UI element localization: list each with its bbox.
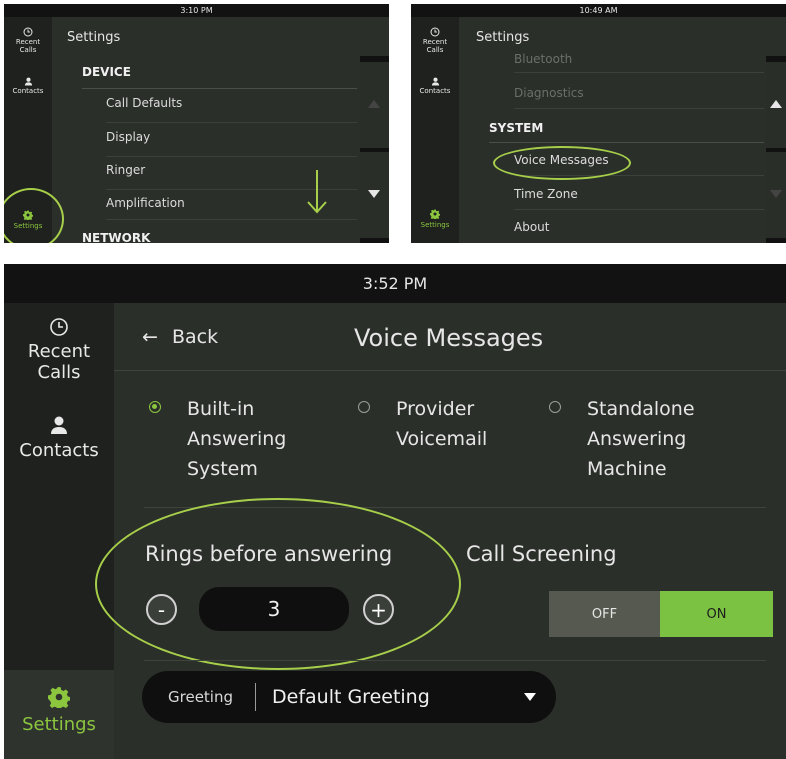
arrow-left-icon: ← [142,326,158,348]
call-screening-toggle[interactable]: OFF ON [549,591,773,637]
greeting-separator [255,683,256,711]
greeting-value: Default Greeting [272,686,430,708]
call-screening-label: Call Screening [466,542,617,566]
clock-icon [430,27,440,37]
page-title: Voice Messages [354,324,544,352]
scrollbar[interactable] [766,56,786,243]
sidebar-item-label: Recent Calls [422,38,448,54]
scrollbar[interactable] [360,56,389,243]
gear-icon [430,209,440,219]
status-bar: 3:52 PM [4,264,786,303]
settings-screen-system: 10:49 AM Recent Calls Contacts Settings … [411,4,786,243]
highlight-circle-settings [4,188,64,243]
scroll-down-button[interactable] [360,152,389,238]
person-icon [51,416,67,434]
toggle-on-option[interactable]: ON [660,591,773,637]
greeting-label: Greeting [168,688,233,706]
clock-icon [50,318,68,336]
highlight-circle-voice-messages [493,146,631,180]
person-icon [431,77,439,86]
clock-icon [23,27,33,37]
settings-screen-device: 3:10 PM Recent Calls Contacts Settings S… [4,4,389,243]
triangle-up-icon [770,100,782,108]
sidebar-item-recent-calls[interactable]: Recent Calls [411,27,459,54]
sidebar-item-label: Contacts [12,87,44,95]
gear-icon [48,687,70,708]
sidebar-item-settings[interactable]: Settings [411,209,459,229]
settings-item-about[interactable]: About [514,218,764,242]
sidebar-item-label: Recent Calls [27,341,91,383]
sidebar: Recent Calls Contacts Settings [411,17,459,243]
status-bar: 10:49 AM [411,4,786,17]
person-icon [24,77,32,86]
triangle-up-icon [368,100,380,108]
toggle-off-option[interactable]: OFF [549,591,660,637]
scroll-up-button[interactable] [360,62,389,148]
voice-messages-screen: 3:52 PM Recent Calls Contacts Settings ←… [4,264,786,759]
triangle-down-icon [770,190,782,198]
greeting-dropdown[interactable]: Greeting Default Greeting [142,671,556,723]
back-button[interactable]: ← Back [142,326,218,348]
radio-indicator [549,401,561,413]
page-title: Settings [476,30,530,45]
highlight-circle-rings [95,498,461,670]
sidebar-item-contacts[interactable]: Contacts [4,415,114,461]
sidebar-item-label: Contacts [419,87,451,95]
status-time: 10:49 AM [579,6,618,15]
scroll-up-button[interactable] [766,62,786,148]
sidebar-item-contacts[interactable]: Contacts [411,77,459,95]
section-header-system: SYSTEM [489,120,764,143]
status-bar: 3:10 PM [4,4,389,17]
caret-down-icon [524,693,536,701]
sidebar-item-label: Settings [420,221,450,229]
sidebar-item-contacts[interactable]: Contacts [4,77,52,95]
settings-item-bluetooth[interactable]: Bluetooth [514,52,764,73]
radio-label: Provider Voicemail [396,398,488,450]
settings-item-call-defaults[interactable]: Call Defaults [106,94,357,123]
section-header-network: NETWORK [82,231,151,243]
radio-selected-indicator [149,401,161,413]
sidebar-item-label: Recent Calls [15,38,41,54]
sidebar-item-recent-calls[interactable]: Recent Calls [4,317,114,383]
settings-item-time-zone[interactable]: Time Zone [514,185,764,210]
status-time: 3:10 PM [180,6,213,15]
sidebar: Recent Calls Contacts Settings [4,303,114,759]
sidebar-item-label: Contacts [19,440,99,461]
arrow-down-icon [307,170,327,214]
radio-standalone-answering-machine[interactable]: Standalone Answering Machine [549,394,739,486]
back-label: Back [171,326,219,348]
divider [114,370,786,371]
sidebar-item-label: Settings [22,714,96,735]
radio-built-in-answering-system[interactable]: Built-in Answering System [149,394,309,486]
divider [144,660,766,661]
scroll-down-button[interactable] [766,152,786,238]
sidebar-item-settings[interactable]: Settings [4,670,114,759]
status-time: 3:52 PM [362,274,428,293]
radio-provider-voicemail[interactable]: Provider Voicemail [358,394,518,454]
sidebar-item-recent-calls[interactable]: Recent Calls [4,27,52,54]
settings-item-diagnostics[interactable]: Diagnostics [514,84,764,109]
radio-label: Built-in Answering System [187,398,287,480]
page-title: Settings [67,30,121,45]
radio-indicator [358,401,370,413]
triangle-down-icon [368,190,380,198]
radio-label: Standalone Answering Machine [587,398,695,480]
section-header-device: DEVICE [82,64,357,89]
settings-item-display[interactable]: Display [106,128,357,157]
